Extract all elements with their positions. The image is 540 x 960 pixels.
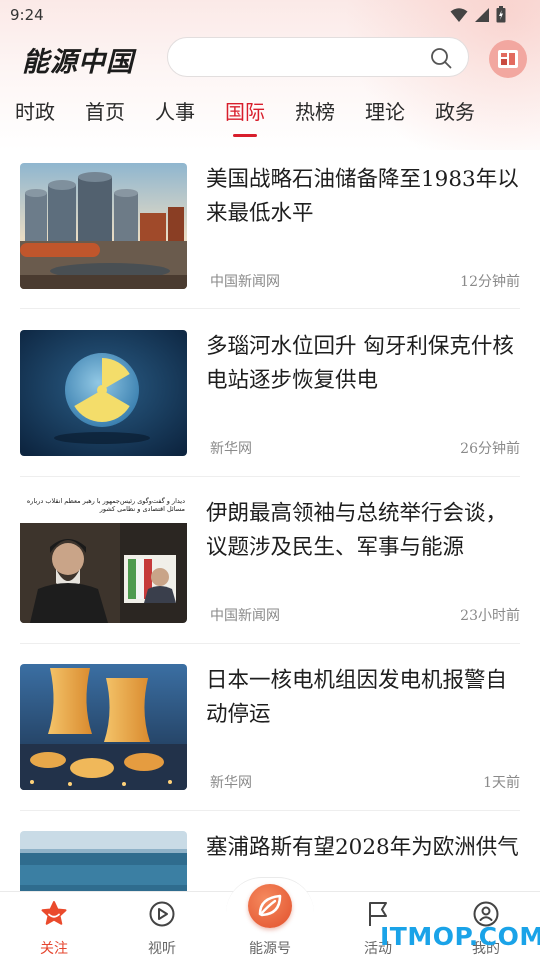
news-thumbnail-cooling-towers [20, 664, 187, 790]
signal-icon [475, 7, 489, 22]
news-source: 中国新闻网 [210, 274, 280, 290]
divider [20, 476, 520, 477]
energy-account-button[interactable] [248, 884, 292, 928]
list-item[interactable]: 美国战略石油储备降至1983年以来最低水平 中国新闻网 12分钟前 [20, 163, 522, 290]
nav-follow[interactable]: 关注 [14, 892, 94, 960]
news-thumbnail-iran-leaders: دیدار و گفت‌وگوی رئیس‌جمهور با رهبر معظم… [20, 497, 187, 623]
tab-shizheng[interactable]: 时政 [15, 96, 55, 125]
nav-audio-video[interactable]: 视听 [122, 892, 202, 960]
tab-personnel[interactable]: 人事 [155, 96, 195, 125]
avatar[interactable] [489, 40, 527, 78]
status-bar: 9:24 [0, 0, 540, 32]
watermark: ITMOP.COM [380, 922, 540, 951]
nav-label: 关注 [40, 941, 68, 957]
tab-home[interactable]: 首页 [85, 96, 125, 125]
status-time: 9:24 [10, 6, 44, 24]
news-source: 新华网 [210, 775, 252, 791]
tab-international[interactable]: 国际 [225, 96, 265, 125]
tab-theory[interactable]: 理论 [365, 96, 405, 125]
battery-icon [496, 6, 506, 23]
play-icon [149, 901, 175, 927]
status-icons [450, 6, 506, 23]
news-time: 12分钟前 [460, 274, 520, 290]
news-source: 中国新闻网 [210, 608, 280, 624]
search-input[interactable] [167, 37, 469, 77]
profile-badge-icon [498, 50, 518, 68]
wifi-icon [450, 7, 468, 22]
news-time: 23小时前 [460, 608, 520, 624]
news-title[interactable]: 美国战略石油储备降至1983年以来最低水平 [206, 163, 522, 231]
search-icon[interactable] [430, 47, 452, 69]
news-time: 1天前 [483, 775, 520, 791]
list-item[interactable]: 多瑙河水位回升 匈牙利保克什核电站逐步恢复供电 新华网 26分钟前 [20, 330, 522, 457]
category-tabs: 时政 首页 人事 国际 热榜 理论 政务 [0, 96, 540, 136]
divider [20, 308, 520, 309]
nav-label: 视听 [148, 941, 176, 957]
list-item[interactable]: 日本一核电机组因发电机报警自动停运 新华网 1天前 [20, 664, 522, 791]
news-title[interactable]: 塞浦路斯有望2028年为欧洲供气 [206, 831, 520, 865]
app-logo: 能源中国 [22, 47, 134, 78]
news-thumbnail-radiation [20, 330, 187, 456]
tab-government-affairs[interactable]: 政务 [435, 96, 475, 125]
tab-hot-list[interactable]: 热榜 [295, 96, 335, 125]
nav-label: 能源号 [249, 941, 291, 957]
news-title[interactable]: 日本一核电机组因发电机报警自动停运 [206, 664, 522, 732]
active-tab-indicator [233, 134, 257, 137]
news-title[interactable]: 多瑙河水位回升 匈牙利保克什核电站逐步恢复供电 [206, 330, 522, 398]
news-thumbnail-sea [20, 831, 187, 891]
news-time: 26分钟前 [460, 441, 520, 457]
news-source: 新华网 [210, 441, 252, 457]
leaf-icon [258, 894, 282, 917]
follow-star-icon [41, 901, 67, 925]
news-title[interactable]: 伊朗最高领袖与总统举行会谈，议题涉及民生、军事与能源 [206, 497, 522, 565]
divider [20, 643, 520, 644]
list-item[interactable]: دیدار و گفت‌وگوی رئیس‌جمهور با رهبر معظم… [20, 497, 522, 624]
news-thumbnail-oil-tanks [20, 163, 187, 289]
divider [20, 810, 520, 811]
